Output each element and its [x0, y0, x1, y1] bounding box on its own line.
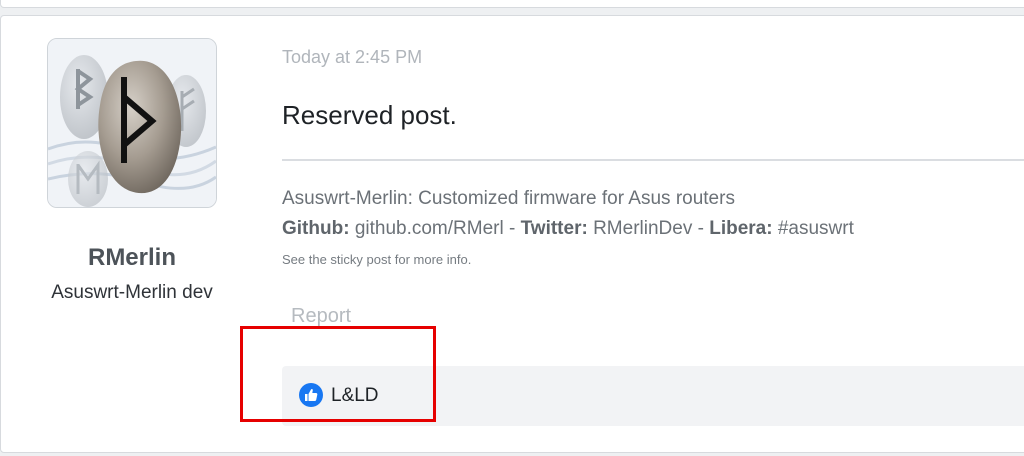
highlight-box	[240, 326, 436, 422]
previous-post-card	[0, 0, 1024, 8]
signature-line-3: See the sticky post for more info.	[282, 252, 472, 267]
twitter-link[interactable]: RMerlinDev	[593, 218, 692, 239]
forum-post: RMerlin Asuswrt-Merlin dev Today at 2:45…	[0, 15, 1024, 453]
username[interactable]: RMerlin	[31, 244, 233, 272]
libera-label: Libera:	[709, 218, 773, 239]
avatar[interactable]	[47, 38, 217, 208]
separator: -	[692, 218, 710, 239]
user-title: Asuswrt-Merlin dev	[51, 282, 213, 303]
github-label: Github:	[282, 218, 350, 239]
signature-divider	[282, 159, 1024, 161]
signature-line-2: Github: github.com/RMerl - Twitter: RMer…	[282, 218, 854, 240]
twitter-label: Twitter:	[520, 218, 588, 239]
signature-line-1: Asuswrt-Merlin: Customized firmware for …	[282, 188, 735, 209]
post-message: Reserved post.	[282, 100, 457, 130]
libera-link[interactable]: #asuswrt	[778, 218, 854, 239]
github-link[interactable]: github.com/RMerl	[355, 218, 504, 239]
report-link[interactable]: Report	[291, 305, 351, 328]
post-timestamp[interactable]: Today at 2:45 PM	[282, 47, 422, 68]
separator: -	[503, 218, 521, 239]
